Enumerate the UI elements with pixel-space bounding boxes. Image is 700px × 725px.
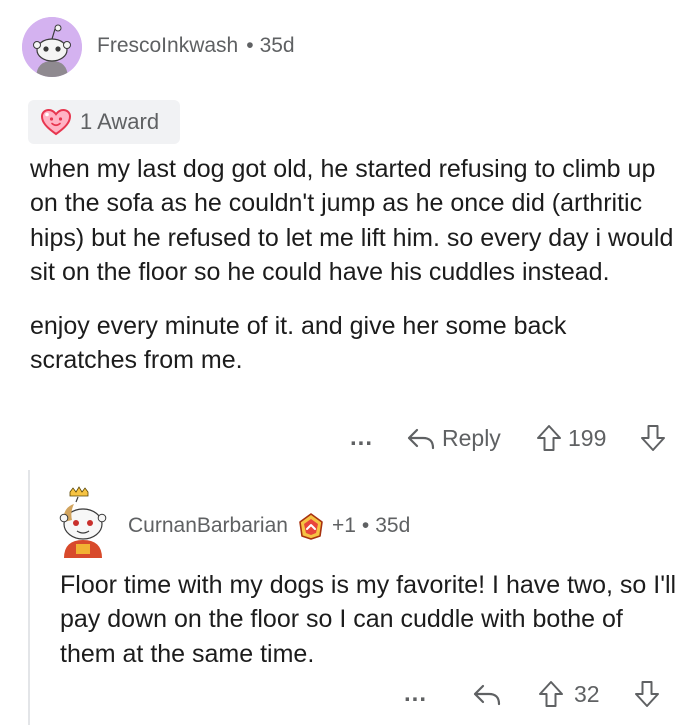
comment-meta: FrescoInkwash • 35d bbox=[97, 34, 295, 58]
award-badge[interactable]: 1 Award bbox=[28, 100, 180, 144]
more-options-button[interactable]: ... bbox=[350, 420, 373, 456]
karma-badge: +1 bbox=[331, 514, 356, 537]
vote-score: 32 bbox=[574, 680, 600, 707]
reply-label: Reply bbox=[442, 424, 501, 451]
reply-arrow-icon bbox=[473, 684, 501, 706]
comment-actions: ... Reply 199 bbox=[340, 420, 680, 456]
heart-award-icon bbox=[40, 108, 72, 136]
comment-paragraph: enjoy every minute of it. and give her s… bbox=[30, 312, 567, 375]
upvote-button[interactable] bbox=[536, 420, 562, 456]
comment-paragraph: when my last dog got old, he started ref… bbox=[30, 155, 674, 286]
reply-body: Floor time with my dogs is my favorite! … bbox=[60, 568, 680, 671]
reply-button[interactable]: Reply bbox=[406, 420, 501, 456]
upvote-icon bbox=[539, 681, 563, 707]
avatar[interactable] bbox=[52, 486, 114, 560]
downvote-button[interactable] bbox=[640, 420, 666, 456]
avatar[interactable] bbox=[22, 17, 82, 77]
vote-score: 199 bbox=[568, 424, 607, 451]
meta-separator: • bbox=[246, 34, 254, 57]
downvote-icon bbox=[641, 425, 665, 451]
more-options-button[interactable]: ... bbox=[404, 676, 427, 712]
username[interactable]: FrescoInkwash bbox=[97, 34, 238, 57]
thread-line[interactable] bbox=[28, 470, 30, 725]
comment-age: 35d bbox=[259, 34, 295, 57]
comment-age: 35d bbox=[375, 514, 411, 537]
downvote-button[interactable] bbox=[634, 676, 660, 712]
snoo-avatar-icon bbox=[59, 486, 107, 558]
snoo-avatar-icon bbox=[22, 17, 82, 77]
award-label: 1 Award bbox=[80, 109, 160, 134]
comment-body: when my last dog got old, he started ref… bbox=[30, 152, 680, 378]
username[interactable]: CurnanBarbarian bbox=[128, 514, 288, 538]
upvote-icon bbox=[537, 425, 561, 451]
reply-actions: ... 32 bbox=[390, 676, 680, 712]
comment-paragraph: Floor time with my dogs is my favorite! … bbox=[60, 571, 677, 668]
upvote-button[interactable] bbox=[538, 676, 564, 712]
meta-separator: • bbox=[361, 514, 370, 537]
crown-flair-icon bbox=[296, 512, 326, 540]
reply-arrow-icon bbox=[407, 428, 435, 450]
reply-meta: CurnanBarbarian +1 • 35d bbox=[128, 512, 410, 540]
reply-button[interactable] bbox=[472, 676, 502, 712]
downvote-icon bbox=[635, 681, 659, 707]
